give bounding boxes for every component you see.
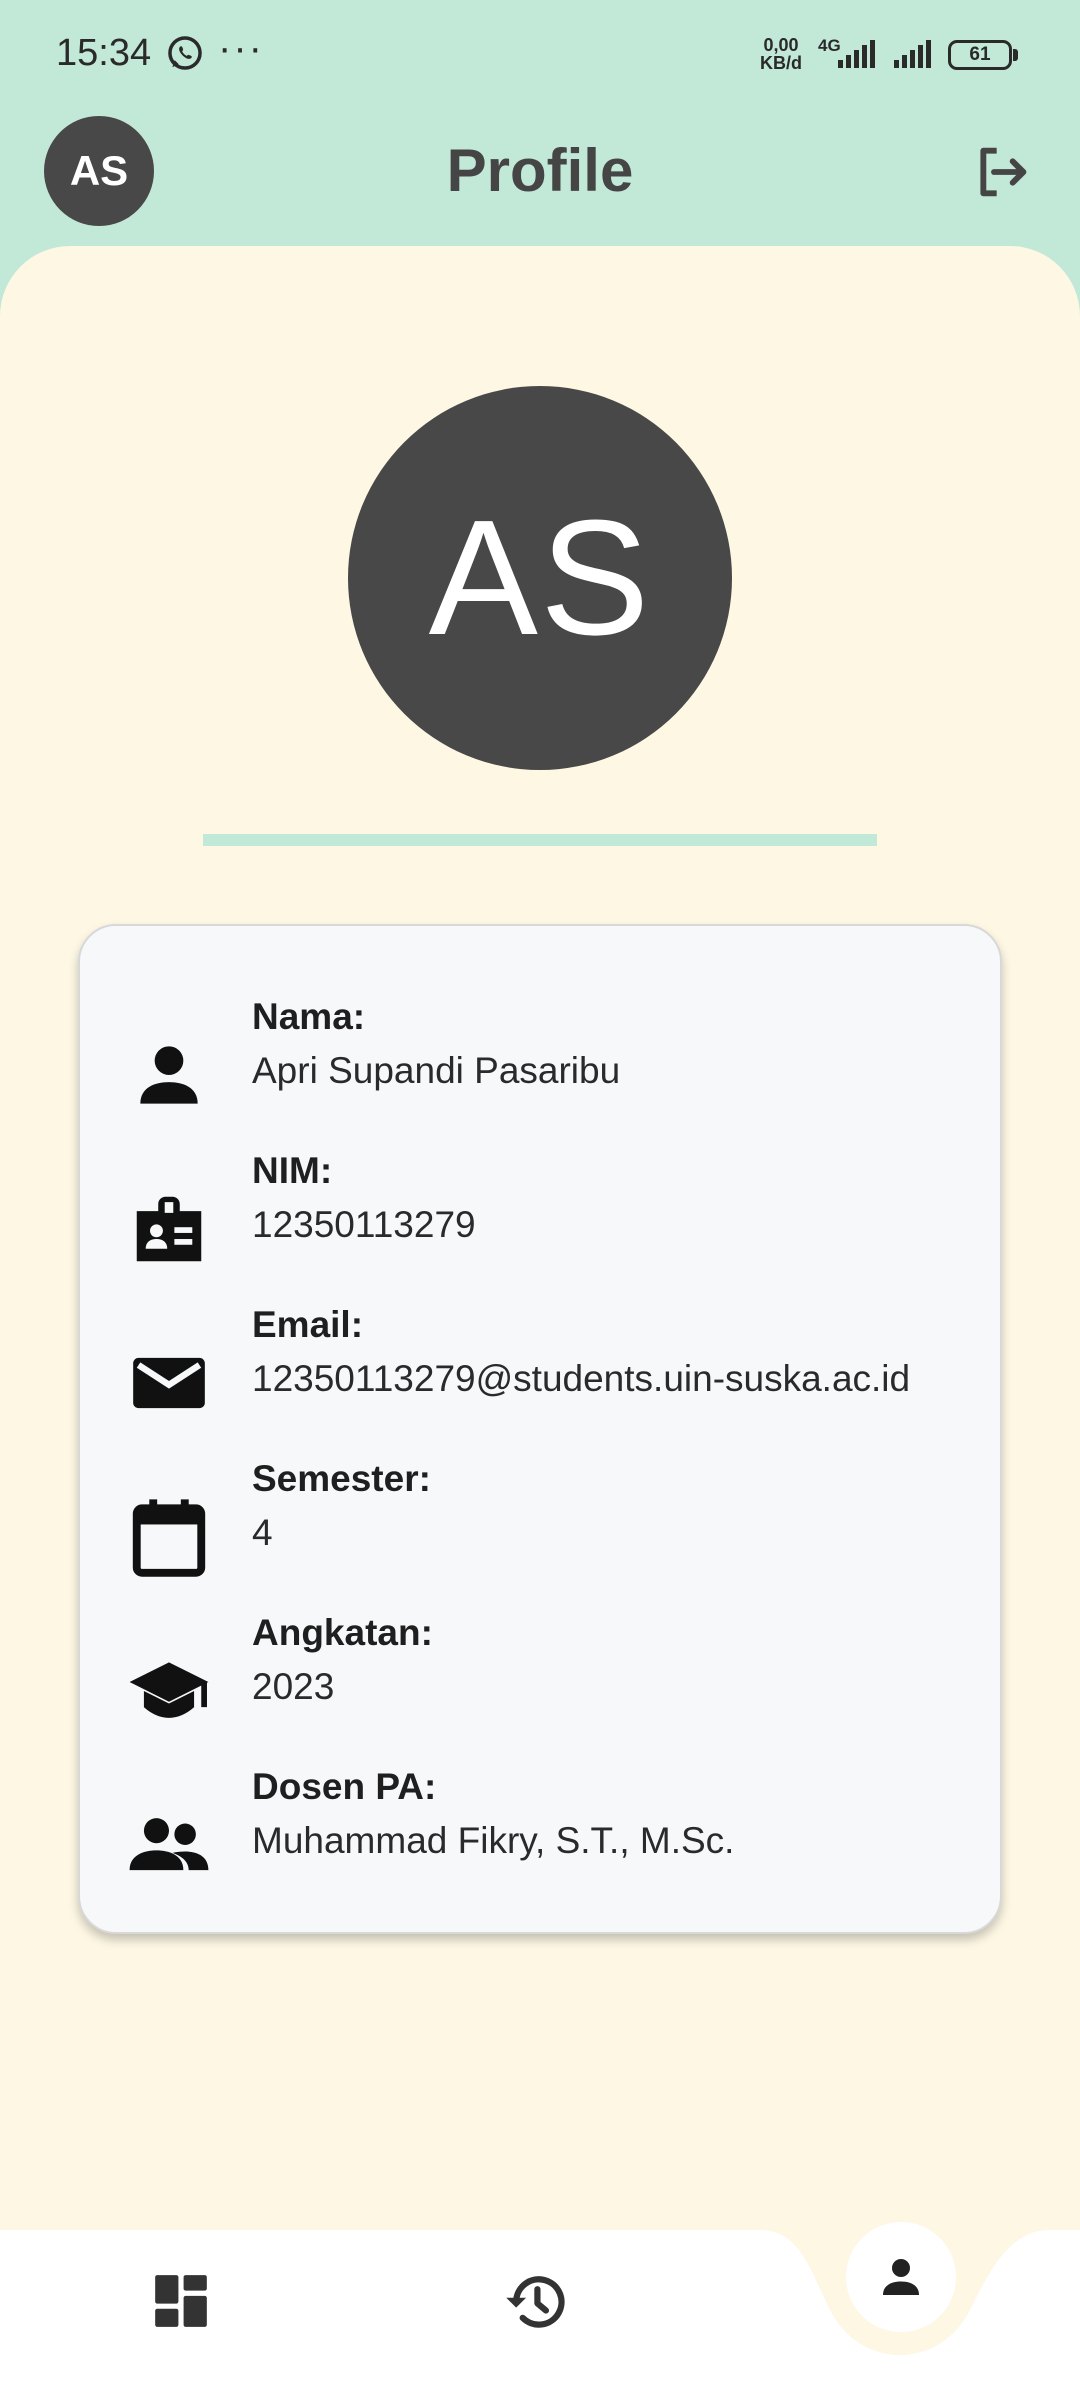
info-label: Angkatan:: [252, 1612, 433, 1653]
info-label: Semester:: [252, 1458, 431, 1499]
info-value: 2023: [252, 1666, 335, 1707]
dashboard-icon[interactable]: [150, 2270, 212, 2332]
info-label: Dosen PA:: [252, 1766, 437, 1807]
logout-icon[interactable]: [970, 140, 1034, 204]
info-value: 4: [252, 1512, 273, 1553]
status-bar: 15:34 ··· 0,00 KB/d 4G 61: [0, 0, 1080, 110]
more-notifications-icon: ···: [218, 26, 264, 70]
battery-level: 61: [969, 44, 991, 65]
info-row-nama: Nama: Apri Supandi Pasaribu: [80, 996, 1004, 1146]
info-label: NIM:: [252, 1150, 333, 1191]
email-icon: [133, 1357, 205, 1409]
whatsapp-icon: [168, 36, 202, 70]
status-time: 15:34: [56, 32, 152, 74]
divider: [203, 834, 877, 846]
info-row-angkatan: Angkatan: 2023: [80, 1612, 1004, 1762]
info-value: 12350113279: [252, 1204, 476, 1245]
profile-avatar: AS: [348, 386, 732, 770]
network-speed: 0,00 KB/d: [760, 35, 802, 73]
info-row-nim: NIM: 12350113279: [80, 1150, 1004, 1300]
info-value: Muhammad Fikry, S.T., M.Sc.: [252, 1820, 735, 1861]
history-icon[interactable]: [502, 2268, 570, 2336]
calendar-icon: [132, 1499, 206, 1577]
signal-icon: [894, 40, 931, 68]
info-value: 12350113279@students.uin-suska.ac.id: [252, 1358, 911, 1399]
people-icon: [129, 1818, 209, 1871]
person-icon: [140, 1046, 198, 1104]
page-title: Profile: [446, 137, 634, 204]
nav-profile-button[interactable]: [846, 2222, 956, 2332]
info-value: Apri Supandi Pasaribu: [252, 1050, 621, 1091]
info-label: Email:: [252, 1304, 364, 1345]
badge-icon: [136, 1196, 202, 1262]
graduation-cap-icon: [129, 1662, 209, 1718]
battery-icon: 61: [948, 40, 1012, 70]
info-row-email: Email: 12350113279@students.uin-suska.ac…: [80, 1304, 1004, 1454]
info-label: Nama:: [252, 996, 366, 1037]
person-icon: [883, 2259, 919, 2295]
info-row-dosen-pa: Dosen PA: Muhammad Fikry, S.T., M.Sc.: [80, 1766, 1004, 1916]
signal-icon: [838, 40, 875, 68]
battery-tip: [1013, 49, 1018, 61]
profile-info-card: Nama: Apri Supandi Pasaribu NIM: 1235011…: [78, 924, 1002, 1934]
info-row-semester: Semester: 4: [80, 1458, 1004, 1608]
